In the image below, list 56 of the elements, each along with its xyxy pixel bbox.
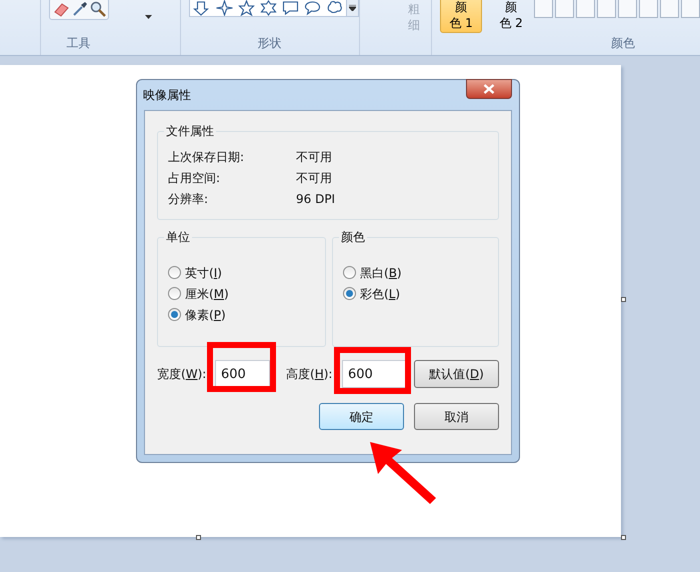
width-label: 宽度(W): [157, 366, 208, 383]
group-label: 工具 [66, 35, 91, 52]
color-swatch[interactable] [680, 0, 700, 18]
shape-icon[interactable] [258, 0, 279, 16]
group-title: 颜色 [339, 229, 367, 245]
width-field[interactable]: 600 [215, 360, 270, 388]
radio-button[interactable] [168, 308, 181, 321]
color-swatch[interactable] [596, 0, 616, 18]
group-title: 文件属性 [164, 123, 216, 139]
highlight-frame [207, 342, 276, 392]
group-title: 单位 [164, 229, 192, 245]
shapes-gallery[interactable] [188, 0, 359, 17]
color-select-button[interactable]: 颜色 2 [490, 0, 532, 33]
color-swatch[interactable] [638, 0, 658, 18]
height-label: 高度(H): [286, 366, 334, 383]
radio-button[interactable] [343, 266, 356, 279]
radio-label: 彩色(L) [360, 286, 400, 302]
caret-icon [144, 15, 152, 19]
property-label: 占用空间: [168, 170, 222, 186]
eraser-icon[interactable] [52, 1, 70, 17]
color-swatch[interactable] [660, 0, 679, 18]
gallery-scroll-button[interactable] [346, 0, 358, 16]
color-swatch[interactable] [554, 0, 574, 18]
property-label: 上次保存日期: [168, 148, 246, 166]
height-field[interactable]: 600 [342, 360, 407, 388]
magnifier-icon[interactable] [90, 1, 106, 17]
group-label: 形状 [258, 35, 282, 52]
property-value: 96 DPI [296, 190, 336, 208]
property-value: 不可用 [296, 148, 332, 166]
color-select-button[interactable]: 颜色 1 [440, 0, 482, 33]
resize-handle[interactable] [621, 297, 626, 302]
radio-label: 英寸(I) [185, 264, 222, 282]
shape-icon[interactable] [236, 0, 257, 16]
more-icon [348, 4, 356, 10]
resize-handle[interactable] [621, 535, 626, 540]
group-label: 颜色 [610, 35, 636, 52]
radio-label: 厘米(M) [185, 286, 229, 302]
property-label: 分辨率: [168, 190, 210, 208]
radio-label: 像素(P) [185, 306, 226, 324]
color-swatch[interactable] [618, 0, 637, 18]
color-picker-icon[interactable] [72, 1, 88, 17]
close-button[interactable] [466, 79, 512, 99]
radio-button[interactable] [343, 287, 356, 300]
color-swatch[interactable] [576, 0, 595, 18]
radio-button[interactable] [168, 287, 181, 300]
radio-button[interactable] [168, 266, 181, 279]
ok-button[interactable]: 确定 [319, 403, 404, 430]
close-icon [483, 84, 495, 94]
shape-icon[interactable] [214, 0, 235, 16]
default-button[interactable]: 默认值(D) [414, 360, 499, 388]
radio-label: 黑白(B) [360, 264, 402, 282]
cancel-button[interactable]: 取消 [414, 403, 499, 430]
property-value: 不可用 [296, 170, 332, 186]
resize-handle[interactable] [196, 535, 201, 540]
dialog-title: 映像属性 [143, 87, 191, 104]
color-swatch[interactable] [534, 0, 553, 18]
